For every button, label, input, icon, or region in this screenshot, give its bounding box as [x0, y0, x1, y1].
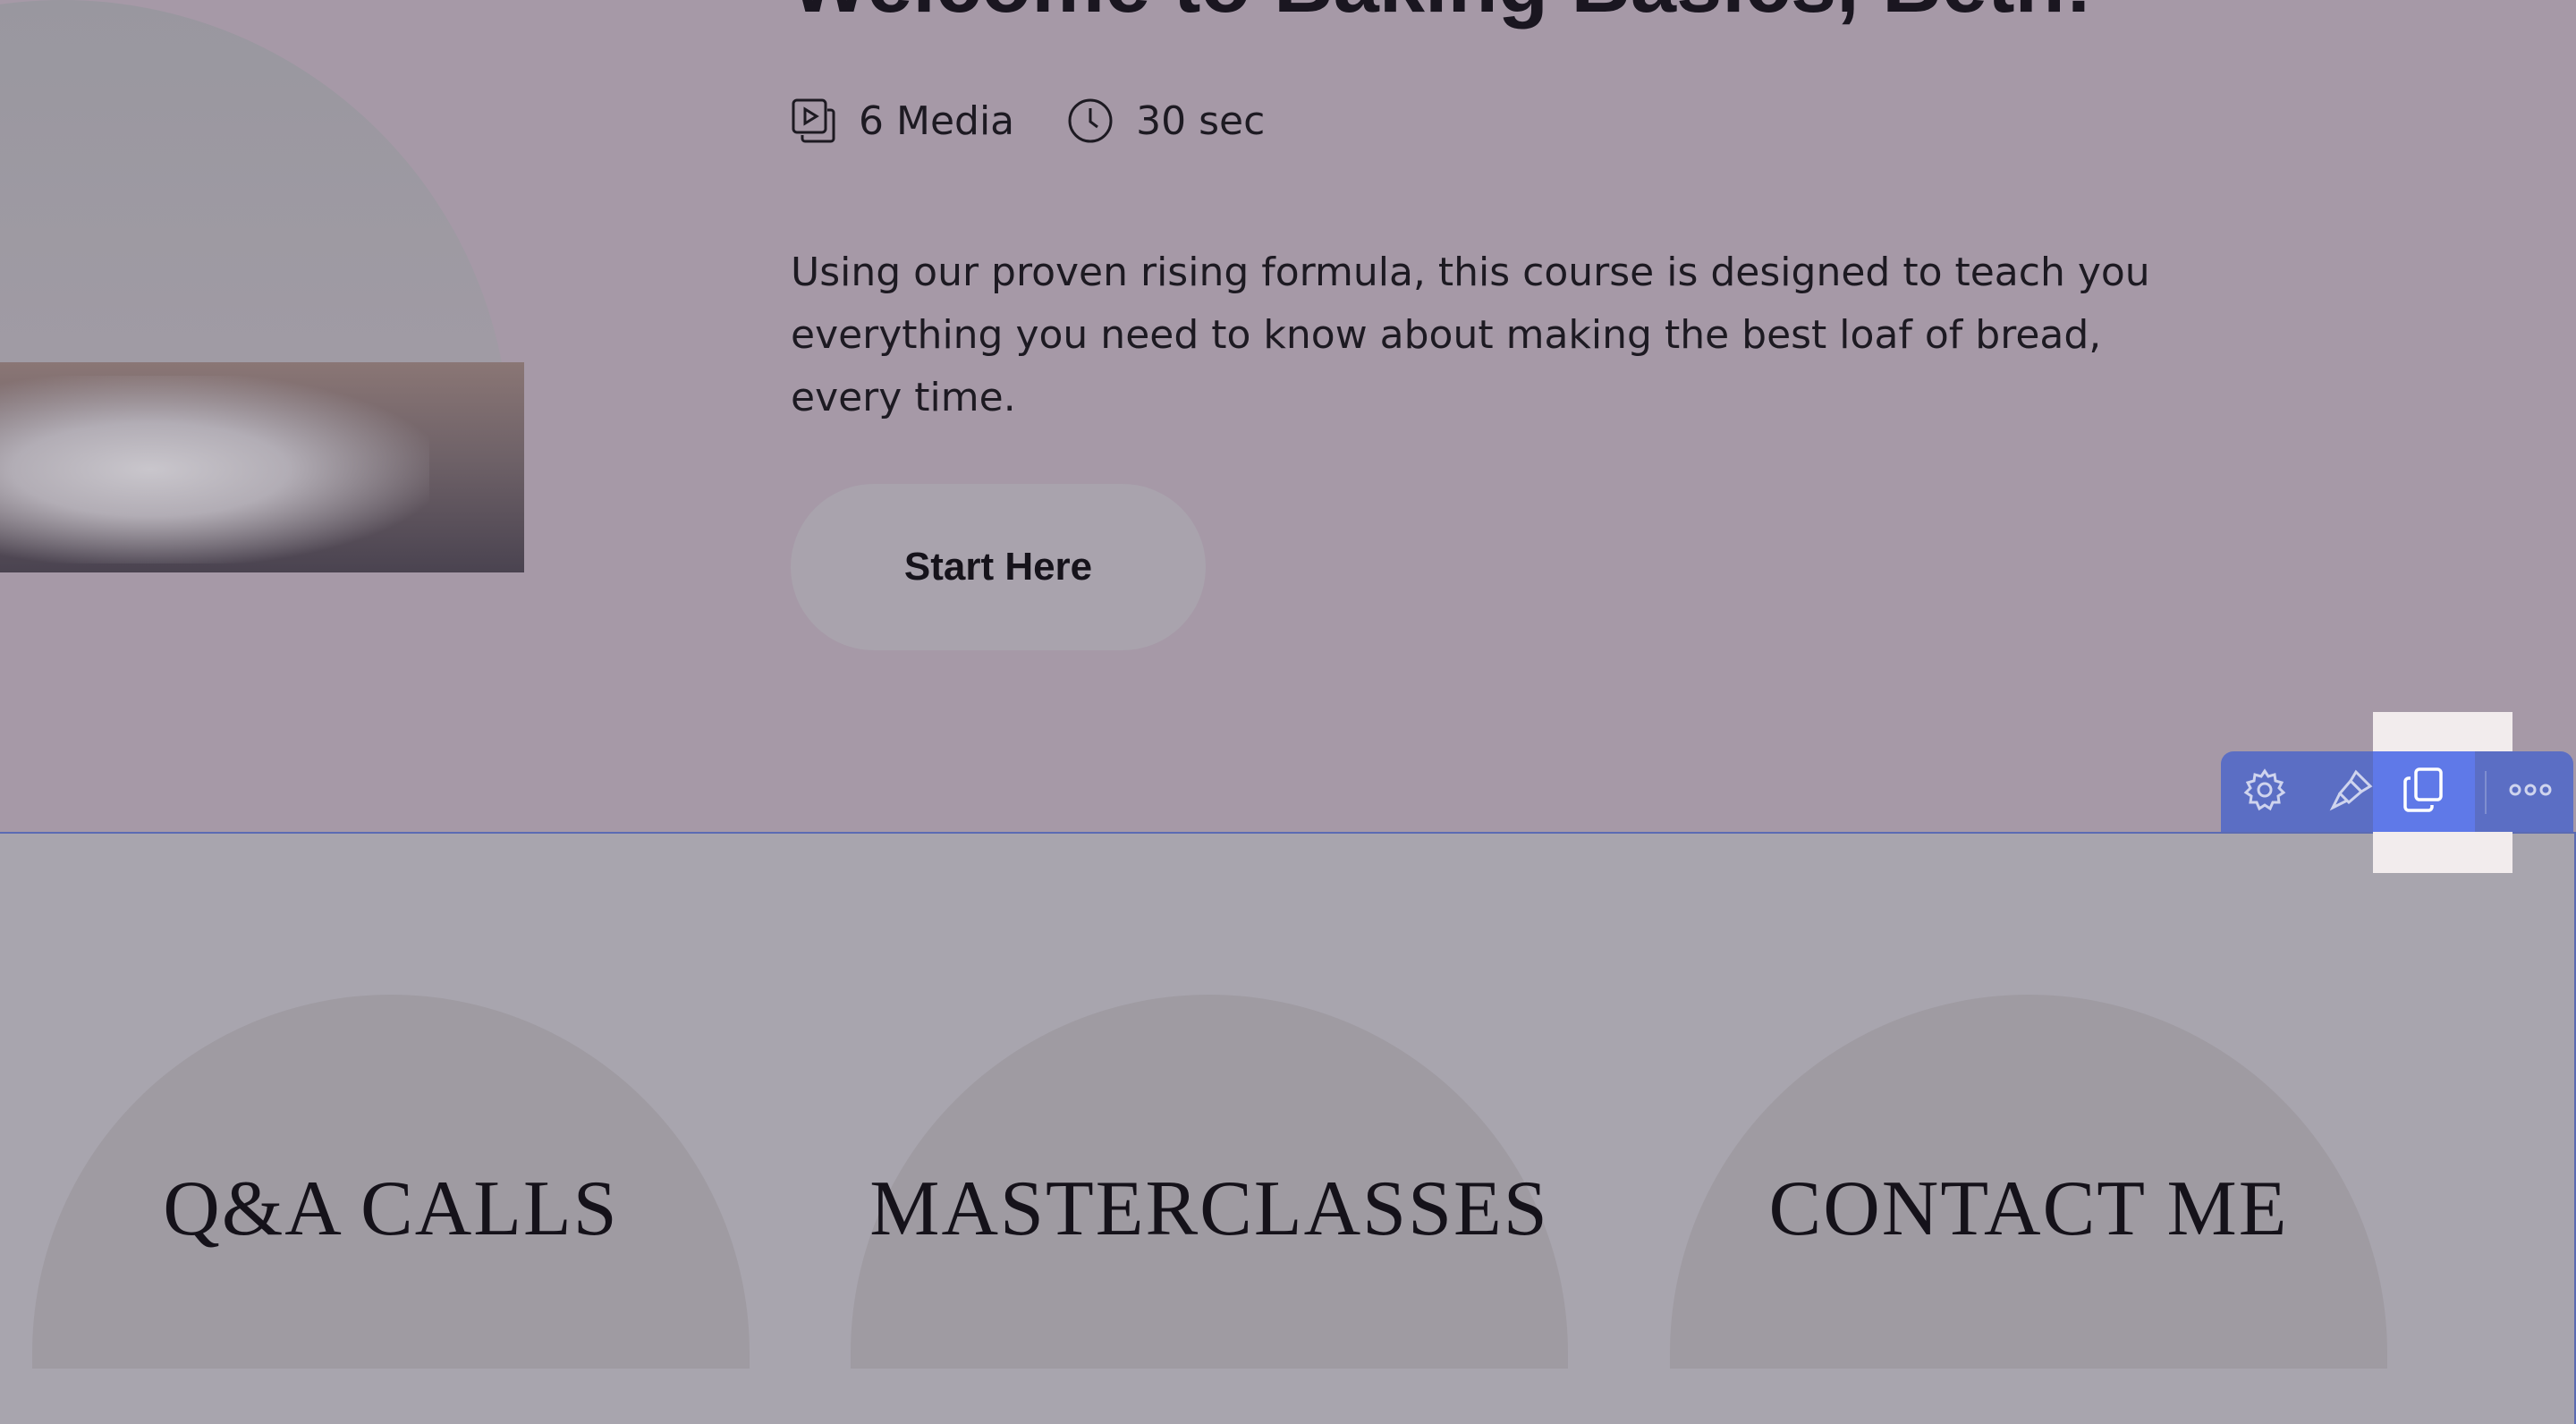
media-count-label: 6 Media: [859, 97, 1015, 144]
paintbrush-icon: [2329, 767, 2376, 817]
card-label: CONTACT ME: [1768, 1165, 2289, 1252]
duplicate-icon: [2402, 766, 2446, 818]
hero-section: Welcome to Baking Basics, Beth! 6 Media …: [0, 0, 2576, 832]
clock-icon: [1066, 97, 1114, 145]
card-label: Q&A CALLS: [163, 1165, 619, 1252]
more-options-button[interactable]: [2487, 751, 2574, 832]
card-label: MASTERCLASSES: [869, 1165, 1549, 1252]
card-qa-calls[interactable]: Q&A CALLS: [32, 995, 750, 1369]
duration-label: 30 sec: [1136, 97, 1266, 144]
course-meta: 6 Media 30 sec: [791, 97, 1265, 145]
card-contact-me[interactable]: CONTACT ME: [1670, 995, 2387, 1369]
course-description: Using our proven rising formula, this co…: [791, 250, 2150, 420]
more-icon: [2509, 783, 2552, 801]
page-title: Welcome to Baking Basics, Beth!: [791, 0, 2092, 31]
settings-button[interactable]: [2221, 751, 2309, 832]
duplicate-button-icon-wrap[interactable]: [2380, 751, 2468, 832]
start-here-button[interactable]: Start Here: [791, 484, 1206, 650]
gear-icon: [2242, 767, 2287, 816]
card-row: Q&A CALLS MASTERCLASSES CONTACT ME: [0, 995, 2576, 1369]
duration: 30 sec: [1066, 97, 1265, 145]
hero-flour-image: [0, 0, 524, 572]
card-masterclasses[interactable]: MASTERCLASSES: [851, 995, 1568, 1369]
media-count: 6 Media: [791, 97, 1014, 144]
media-icon: [791, 97, 837, 144]
